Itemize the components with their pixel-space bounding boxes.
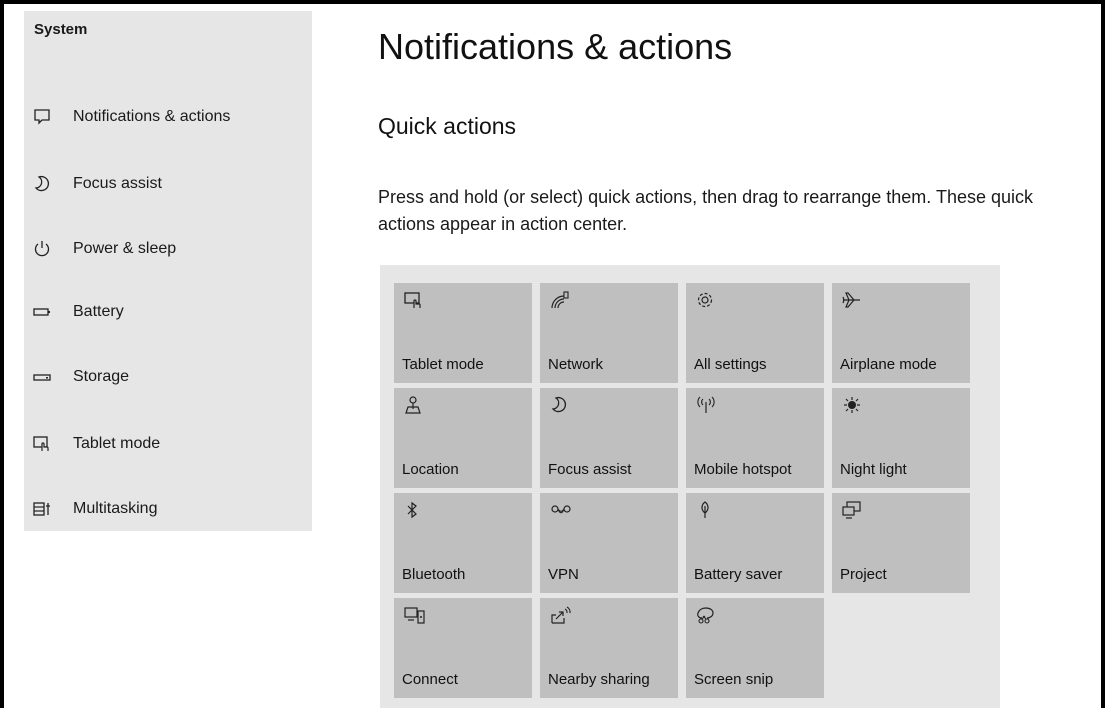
quick-action-location[interactable]: Location	[394, 388, 532, 488]
quick-action-focus-assist[interactable]: Focus assist	[540, 388, 678, 488]
description: Press and hold (or select) quick actions…	[378, 187, 1034, 234]
quick-action-tablet-mode[interactable]: Tablet mode	[394, 283, 532, 383]
tile-label: Focus assist	[548, 461, 632, 478]
section-title: Quick actions	[378, 113, 517, 139]
tile-label: Location	[402, 461, 459, 478]
quick-action-night-light[interactable]: Night light	[832, 388, 970, 488]
share-icon	[550, 606, 572, 624]
sidebar-item-label: Battery	[73, 303, 124, 320]
sidebar-item-label: Tablet mode	[73, 435, 161, 452]
tile-label: VPN	[548, 566, 579, 583]
sun-icon	[842, 396, 862, 414]
tile-label: Battery saver	[694, 566, 783, 583]
quick-action-vpn[interactable]: VPN	[540, 493, 678, 593]
gear-icon	[696, 291, 714, 309]
quick-action-all-settings[interactable]: All settings	[686, 283, 824, 383]
window-right-border	[1101, 0, 1105, 708]
quick-actions-grid: Tablet mode Network All settings Airplan…	[380, 265, 1000, 708]
tablet-mode-icon	[32, 434, 52, 454]
tile-label: All settings	[694, 356, 767, 373]
quick-action-bluetooth[interactable]: Bluetooth	[394, 493, 532, 593]
quick-action-nearby-sharing[interactable]: Nearby sharing	[540, 598, 678, 698]
quick-action-connect[interactable]: Connect	[394, 598, 532, 698]
sidebar-item-label: Storage	[73, 368, 130, 385]
sidebar-item-storage[interactable]: Storage	[24, 349, 312, 405]
quick-action-mobile-hotspot[interactable]: Mobile hotspot	[686, 388, 824, 488]
tile-label: Tablet mode	[402, 356, 484, 373]
tablet-mode-icon	[404, 291, 424, 309]
power-icon	[32, 239, 52, 259]
tile-label: Mobile hotspot	[694, 461, 792, 478]
window-top-border	[0, 0, 1105, 4]
tile-label: Night light	[840, 461, 907, 478]
moon-icon	[32, 174, 52, 194]
sidebar-heading: System	[34, 21, 88, 38]
quick-action-network[interactable]: Network	[540, 283, 678, 383]
sidebar-item-battery[interactable]: Battery	[24, 284, 312, 340]
quick-action-screen-snip[interactable]: Screen snip	[686, 598, 824, 698]
sidebar: System Notifications & actions Focus ass…	[24, 11, 312, 531]
tile-label: Connect	[402, 671, 458, 688]
moon-icon	[550, 396, 568, 414]
quick-action-airplane-mode[interactable]: Airplane mode	[832, 283, 970, 383]
sidebar-item-tablet-mode[interactable]: Tablet mode	[24, 416, 312, 472]
storage-icon	[32, 367, 52, 387]
sidebar-item-notifications[interactable]: Notifications & actions	[24, 89, 312, 145]
tile-label: Screen snip	[694, 671, 774, 688]
quick-action-battery-saver[interactable]: Battery saver	[686, 493, 824, 593]
airplane-icon	[842, 291, 862, 309]
sidebar-item-label: Focus assist	[73, 175, 162, 192]
network-icon	[550, 291, 570, 309]
multitasking-icon	[32, 499, 52, 519]
sidebar-item-focus-assist[interactable]: Focus assist	[24, 156, 312, 212]
tile-label: Bluetooth	[402, 566, 466, 583]
tile-label: Network	[548, 356, 604, 373]
project-icon	[842, 501, 862, 519]
sidebar-item-multitasking[interactable]: Multitasking	[24, 481, 312, 537]
sidebar-item-label: Notifications & actions	[73, 108, 231, 125]
leaf-icon	[696, 501, 714, 519]
tile-label: Airplane mode	[840, 356, 937, 373]
hotspot-icon	[696, 396, 716, 414]
window-left-border	[0, 0, 4, 708]
sidebar-item-label: Power & sleep	[73, 240, 177, 257]
bluetooth-icon	[404, 501, 420, 519]
tile-label: Project	[840, 566, 887, 583]
vpn-icon	[550, 501, 572, 519]
page-title: Notifications & actions	[378, 26, 733, 67]
location-icon	[404, 396, 422, 414]
connect-icon	[404, 606, 426, 624]
tile-label: Nearby sharing	[548, 671, 650, 688]
snip-icon	[696, 606, 716, 624]
battery-icon	[32, 302, 52, 322]
sidebar-item-power-sleep[interactable]: Power & sleep	[24, 221, 312, 277]
quick-action-project[interactable]: Project	[832, 493, 970, 593]
notification-icon	[32, 107, 52, 127]
sidebar-item-label: Multitasking	[73, 500, 158, 517]
